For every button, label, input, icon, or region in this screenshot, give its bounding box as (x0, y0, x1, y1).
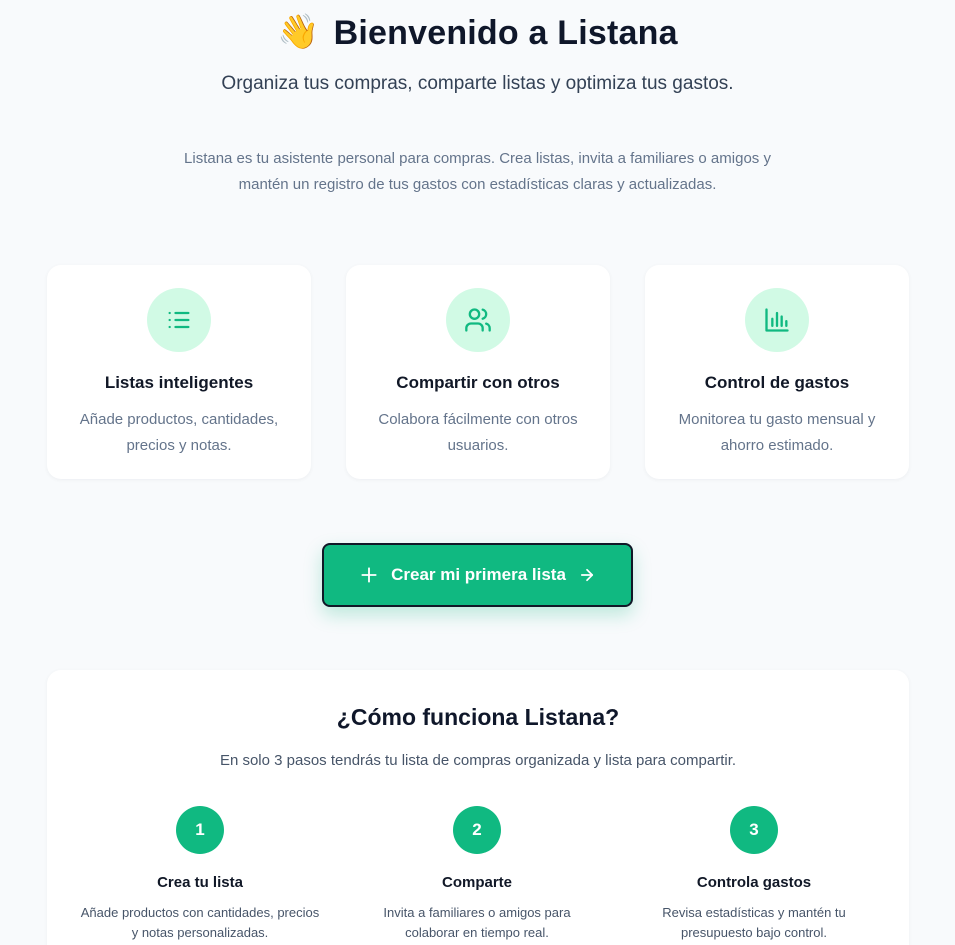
step-description: Revisa estadísticas y mantén tu presupue… (662, 905, 846, 940)
step-title: Comparte (441, 874, 512, 891)
feature-icon-badge (446, 288, 510, 352)
step-title: Crea tu lista (157, 874, 243, 891)
step-2: 2 Comparte Invita a familiares o amigos … (339, 806, 615, 943)
cta-label: Crear mi primera lista (391, 565, 566, 584)
step-number-badge: 1 (176, 806, 224, 854)
create-first-list-button[interactable]: Crear mi primera lista (322, 543, 633, 607)
step-3: 3 Controla gastos Revisa estadísticas y … (616, 806, 892, 943)
hero-description: Listana es tu asistente personal para co… (184, 150, 771, 193)
hero-subtitle: Organiza tus compras, comparte listas y … (221, 73, 734, 94)
hero-heading: 👋 Bienvenido a Listana (0, 14, 955, 53)
step-description: Invita a familiares o amigos para colabo… (383, 905, 571, 940)
feature-card-share: Compartir con otros Colabora fácilmente … (346, 265, 610, 479)
features-grid: Listas inteligentes Añade productos, can… (47, 265, 909, 479)
feature-description: Añade productos, cantidades, precios y n… (79, 411, 279, 454)
how-it-works-title: ¿Cómo funciona Listana? (336, 704, 620, 730)
bar-chart-icon (765, 308, 789, 332)
feature-description: Monitorea tu gasto mensual y ahorro esti… (678, 411, 876, 454)
list-icon (168, 311, 190, 329)
step-title: Controla gastos (696, 874, 812, 891)
feature-card-expenses: Control de gastos Monitorea tu gasto men… (645, 265, 909, 479)
waving-hand-icon: 👋 (277, 12, 320, 51)
feature-icon-badge (745, 288, 809, 352)
how-it-works-subtitle: En solo 3 pasos tendrás tu lista de comp… (219, 752, 737, 769)
feature-title: Listas inteligentes (104, 373, 254, 392)
welcome-page: 👋 Bienvenido a Listana Organiza tus comp… (0, 0, 955, 945)
feature-description: Colabora fácilmente con otros usuarios. (378, 411, 578, 454)
how-it-works-section: ¿Cómo funciona Listana? En solo 3 pasos … (47, 670, 909, 945)
arrow-right-icon (580, 568, 593, 582)
step-number-badge: 2 (453, 806, 501, 854)
feature-title: Control de gastos (704, 373, 850, 392)
feature-icon-badge (147, 288, 211, 352)
step-number-badge: 3 (730, 806, 778, 854)
feature-card-lists: Listas inteligentes Añade productos, can… (47, 265, 311, 479)
plus-icon (361, 567, 377, 583)
page-title: Bienvenido a Listana (333, 14, 678, 52)
users-icon (465, 308, 491, 332)
step-1: 1 Crea tu lista Añade productos con cant… (62, 806, 338, 943)
feature-title: Compartir con otros (396, 373, 560, 392)
step-description: Añade productos con cantidades, precios … (80, 905, 320, 940)
